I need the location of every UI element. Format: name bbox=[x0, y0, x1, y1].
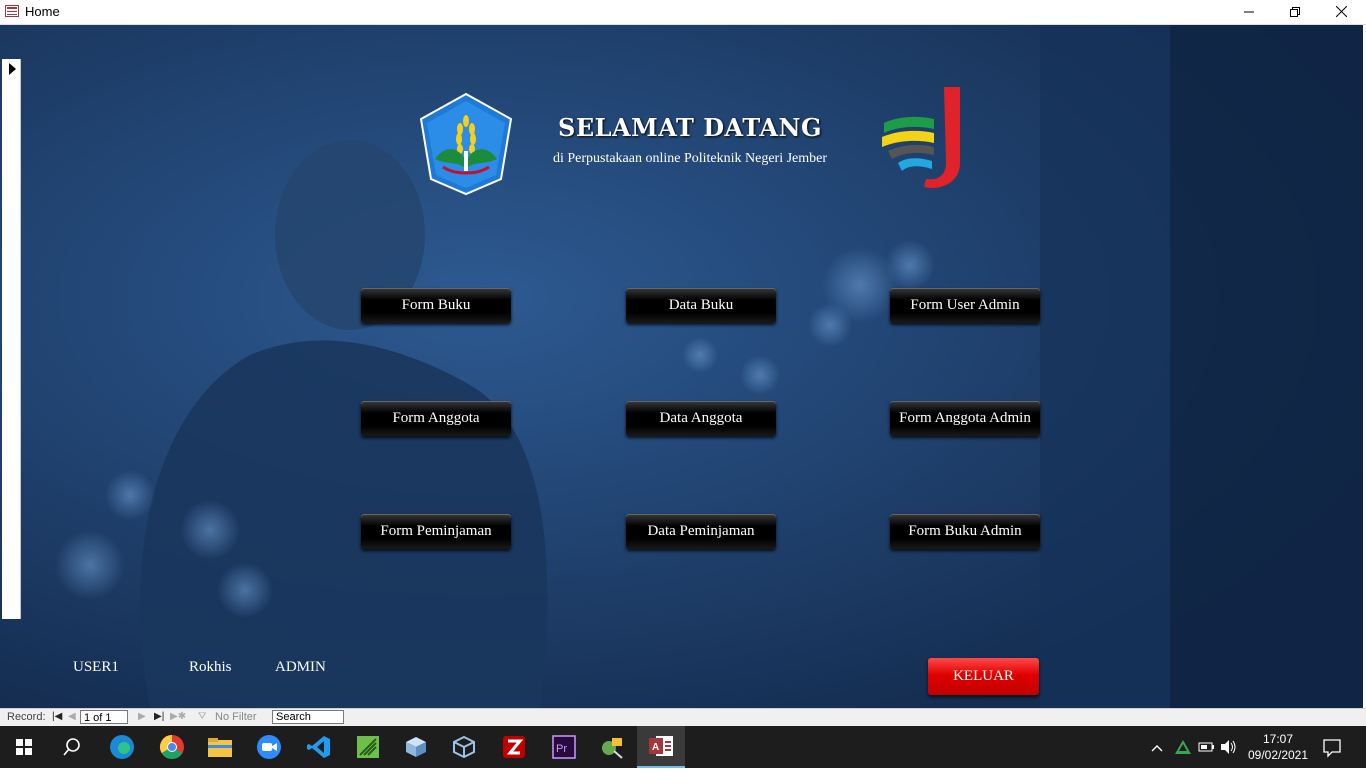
start-button[interactable] bbox=[0, 726, 48, 768]
volume-tray[interactable] bbox=[1220, 726, 1238, 768]
next-record-icon[interactable]: ▶ bbox=[138, 711, 146, 722]
premiere-button[interactable]: Pr bbox=[540, 726, 588, 768]
home-form: SELAMAT DATANG di Perpustakaan online Po… bbox=[0, 25, 1366, 708]
tool-icon bbox=[602, 738, 623, 759]
restore-button[interactable] bbox=[1272, 0, 1318, 24]
edge-icon bbox=[110, 735, 134, 759]
tray-overflow-button[interactable] bbox=[1150, 726, 1164, 768]
file-explorer-icon bbox=[208, 738, 232, 757]
record-navigation-bar: Record: |◀ ◀ 1 of 1 ▶ ▶| ▶✱ ⛛ No Filter … bbox=[0, 708, 1366, 727]
svg-text:A: A bbox=[652, 742, 659, 753]
vscode-button[interactable] bbox=[295, 726, 343, 768]
page-title: SELAMAT DATANG bbox=[558, 113, 822, 142]
minimize-icon bbox=[1244, 11, 1254, 13]
svg-text:Pr: Pr bbox=[556, 743, 567, 755]
no-filter-button[interactable]: No Filter bbox=[215, 711, 257, 723]
jember-logo bbox=[882, 87, 960, 188]
form-user-admin-button[interactable]: Form User Admin bbox=[890, 288, 1040, 323]
chrome-button[interactable] bbox=[148, 726, 196, 768]
form-buku-admin-button[interactable]: Form Buku Admin bbox=[890, 514, 1040, 549]
minimize-button[interactable] bbox=[1226, 0, 1272, 24]
notification-icon bbox=[1323, 739, 1341, 758]
previous-record-icon[interactable]: ◀ bbox=[68, 711, 76, 722]
taskbar-clock[interactable]: 17:07 09/02/2021 bbox=[1240, 731, 1316, 763]
last-record-icon[interactable]: ▶| bbox=[154, 711, 164, 722]
record-selector[interactable] bbox=[2, 59, 21, 619]
app-cube-icon bbox=[406, 737, 426, 757]
access-button[interactable]: A bbox=[637, 726, 685, 768]
battery-tray[interactable] bbox=[1198, 726, 1216, 768]
form-peminjaman-button[interactable]: Form Peminjaman bbox=[361, 514, 511, 549]
zoom-button[interactable] bbox=[245, 726, 293, 768]
user-name-label: Rokhis bbox=[189, 659, 232, 675]
vscode-icon bbox=[307, 736, 330, 758]
new-record-icon[interactable]: ▶✱ bbox=[170, 711, 186, 722]
volume-icon bbox=[1221, 740, 1236, 754]
access-form-icon bbox=[5, 5, 19, 17]
keluar-button[interactable]: KELUAR bbox=[928, 658, 1039, 695]
tool-button[interactable] bbox=[588, 726, 636, 768]
search-icon bbox=[63, 738, 80, 756]
form-anggota-button[interactable]: Form Anggota bbox=[361, 401, 511, 436]
close-icon bbox=[1335, 5, 1347, 18]
search-input[interactable]: Search bbox=[272, 710, 344, 724]
battery-icon bbox=[1198, 742, 1214, 752]
form-anggota-admin-button[interactable]: Form Anggota Admin bbox=[890, 401, 1040, 436]
google-drive-tray[interactable] bbox=[1174, 726, 1192, 768]
current-record-icon bbox=[9, 63, 16, 75]
form-buku-button[interactable]: Form Buku bbox=[361, 288, 511, 323]
clock-time: 17:07 bbox=[1262, 732, 1294, 746]
chrome-icon bbox=[159, 735, 184, 760]
chevron-up-icon bbox=[1151, 745, 1163, 752]
title-bar: Home bbox=[0, 0, 1366, 25]
filezilla-icon bbox=[503, 736, 525, 758]
record-label: Record: bbox=[7, 711, 46, 723]
virtualbox-button[interactable] bbox=[440, 726, 488, 768]
close-button[interactable] bbox=[1318, 0, 1364, 24]
app-cube-button[interactable] bbox=[392, 726, 440, 768]
polije-logo bbox=[419, 92, 513, 196]
google-drive-icon bbox=[1175, 740, 1191, 754]
page-subtitle: di Perpustakaan online Politeknik Negeri… bbox=[552, 151, 828, 166]
sublime-icon bbox=[357, 736, 379, 758]
data-buku-button[interactable]: Data Buku bbox=[626, 288, 776, 323]
notification-button[interactable] bbox=[1322, 726, 1342, 768]
virtualbox-icon bbox=[453, 735, 475, 759]
start-icon bbox=[16, 739, 32, 755]
data-anggota-button[interactable]: Data Anggota bbox=[626, 401, 776, 436]
current-record-field[interactable]: 1 of 1 bbox=[80, 710, 128, 724]
premiere-icon: Pr bbox=[552, 735, 576, 759]
zoom-icon bbox=[257, 735, 281, 759]
user-id-label: USER1 bbox=[73, 659, 119, 675]
windows-taskbar: Pr A 17:07 09/02/2021 bbox=[0, 726, 1366, 768]
first-record-icon[interactable]: |◀ bbox=[52, 711, 62, 722]
user-role-label: ADMIN bbox=[275, 659, 326, 675]
restore-icon bbox=[1290, 7, 1300, 17]
file-explorer-button[interactable] bbox=[196, 726, 244, 768]
access-icon: A bbox=[649, 736, 673, 756]
data-peminjaman-button[interactable]: Data Peminjaman bbox=[626, 514, 776, 549]
search-button[interactable] bbox=[48, 726, 96, 768]
edge-button[interactable] bbox=[98, 726, 146, 768]
clock-date: 09/02/2021 bbox=[1247, 748, 1309, 762]
sublime-button[interactable] bbox=[344, 726, 392, 768]
filter-icon[interactable]: ⛛ bbox=[198, 711, 206, 722]
window-title: Home bbox=[25, 4, 60, 19]
filezilla-button[interactable] bbox=[490, 726, 538, 768]
